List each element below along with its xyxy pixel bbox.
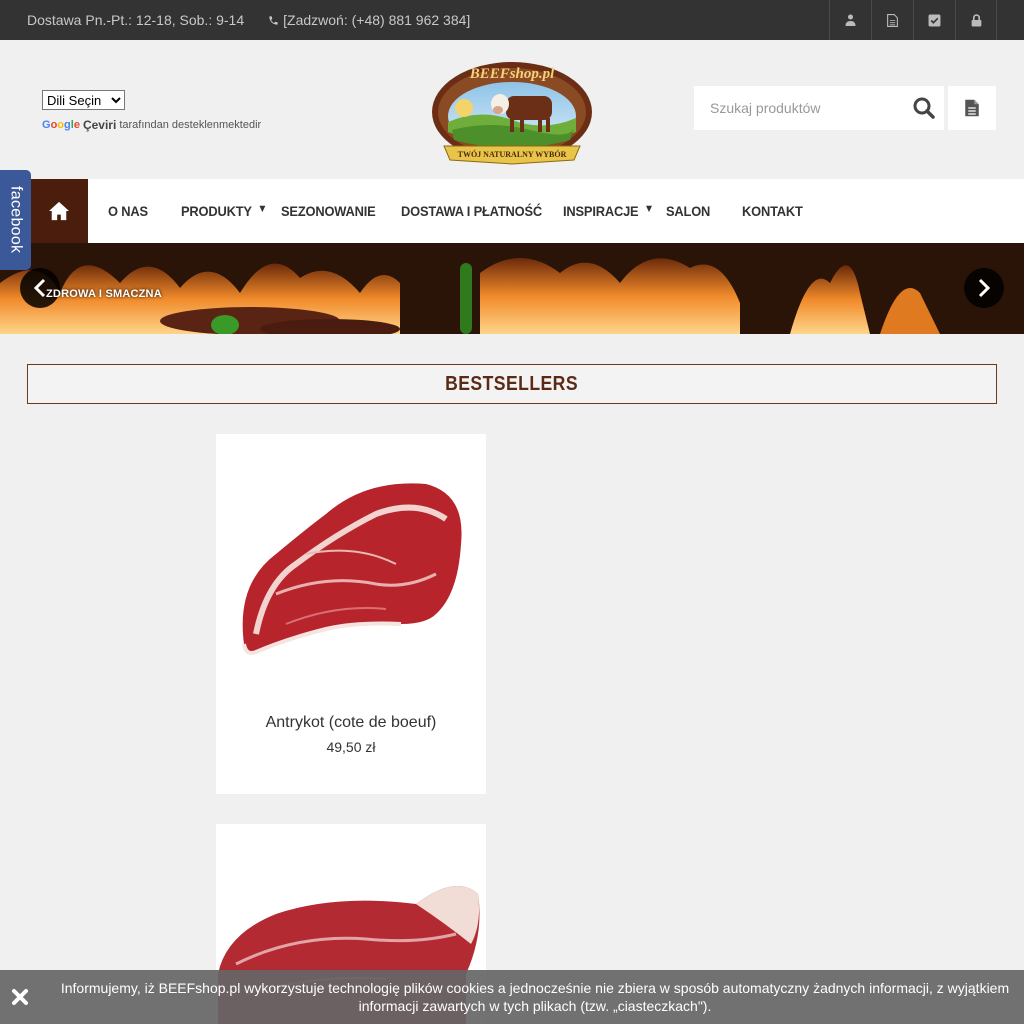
nav-item-inspiracje[interactable]: INSPIRACJE ▼ [563,179,654,243]
product-name[interactable]: Antrykot (cote de boeuf) [216,714,486,732]
logo-brand-text: BEEFshop.pl [469,66,555,82]
product-price: 49,50 zł [326,739,376,755]
checkbox-icon [928,14,941,26]
search-input[interactable] [694,86,904,130]
phone-number: [Zadzwoń: (+48) 881 962 384] [283,12,471,28]
slider-next-button[interactable] [964,268,1004,308]
top-bar: Dostawa Pn.-Pt.: 12-18, Sob.: 9-14 [Zadz… [0,0,1024,40]
nav-item-label: INSPIRACJE [563,203,639,219]
home-icon [48,201,69,221]
chevron-left-icon [33,278,46,298]
nav-item-dostawa[interactable]: DOSTAWA I PŁATNOŚĆ [401,179,542,243]
document-icon [887,13,898,27]
quote-list-button[interactable] [948,86,996,130]
product-card[interactable]: Antrykot (cote de boeuf) 49,50 zł [216,434,486,794]
cookie-notice: Informujemy, iż BEEFshop.pl wykorzystuje… [0,970,1024,1024]
nav-item-label: DOSTAWA I PŁATNOŚĆ [401,203,543,219]
search-icon [913,97,935,119]
account-button[interactable] [829,0,871,40]
site-logo[interactable]: BEEFshop.pl TWÓJ NATURALNY WYBÓR [430,60,594,170]
document-icon [965,99,979,117]
main-navigation: O NAS PRODUKTY ▼ SEZONOWANIE DOSTAWA I PŁ… [0,179,1024,243]
cookie-close-button[interactable] [10,987,30,1007]
nav-item-label: PRODUKTY [181,203,252,219]
cookie-text: Informujemy, iż BEEFshop.pl wykorzystuje… [60,980,1010,1014]
translate-link[interactable]: Çeviri [83,118,116,132]
nav-item-label: KONTAKT [742,203,803,219]
nav-item-label: SEZONOWANIE [281,203,376,219]
nav-item-label: SALON [666,203,711,219]
caret-down-icon: ▼ [643,203,654,215]
logo-slogan-text: TWÓJ NATURALNY WYBÓR [458,149,567,159]
close-icon [12,989,28,1005]
hero-slider: ZDROWA I SMACZNA [0,243,1024,334]
wishlist-button[interactable] [871,0,913,40]
nav-item-kontakt[interactable]: KONTAKT [742,179,803,243]
powered-by-text: tarafından desteklenmektedir [119,119,262,131]
facebook-tab[interactable]: facebook [0,170,31,270]
nav-item-sezonowanie[interactable]: SEZONOWANIE [281,179,376,243]
google-logo: Google [42,119,80,131]
nav-item-produkty[interactable]: PRODUKTY ▼ [181,179,267,243]
caret-down-icon: ▼ [257,203,268,215]
slide-caption: ZDROWA I SMACZNA [46,288,162,300]
login-button[interactable] [955,0,997,40]
bestsellers-heading: BESTSELLERS [27,364,997,404]
language-selector[interactable]: Dili Seçin [42,90,125,110]
chevron-right-icon [978,278,991,298]
phone-icon [269,15,278,25]
beefshop-logo-image: BEEFshop.pl TWÓJ NATURALNY WYBÓR [432,62,592,165]
nav-item-o-nas[interactable]: O NAS [108,179,148,243]
lock-icon [971,13,981,26]
facebook-label: facebook [7,186,25,254]
language-select[interactable]: Dili Seçin [42,90,125,110]
nav-item-label: O NAS [108,203,148,219]
contact-info: Dostawa Pn.-Pt.: 12-18, Sob.: 9-14 [Zadz… [27,12,470,28]
section-title: BESTSELLERS [445,372,579,395]
home-button[interactable] [29,179,88,243]
search-button[interactable] [912,96,936,120]
checkout-button[interactable] [913,0,955,40]
user-icon [845,14,856,26]
google-translate-attribution: Google Çeviri tarafından desteklenmekted… [42,118,261,132]
search-box [694,86,944,130]
phone-link[interactable]: [Zadzwoń: (+48) 881 962 384] [268,12,470,28]
account-icons [829,0,997,40]
delivery-hours: Dostawa Pn.-Pt.: 12-18, Sob.: 9-14 [27,12,245,28]
product-image [242,483,462,655]
nav-item-salon[interactable]: SALON [666,179,710,243]
